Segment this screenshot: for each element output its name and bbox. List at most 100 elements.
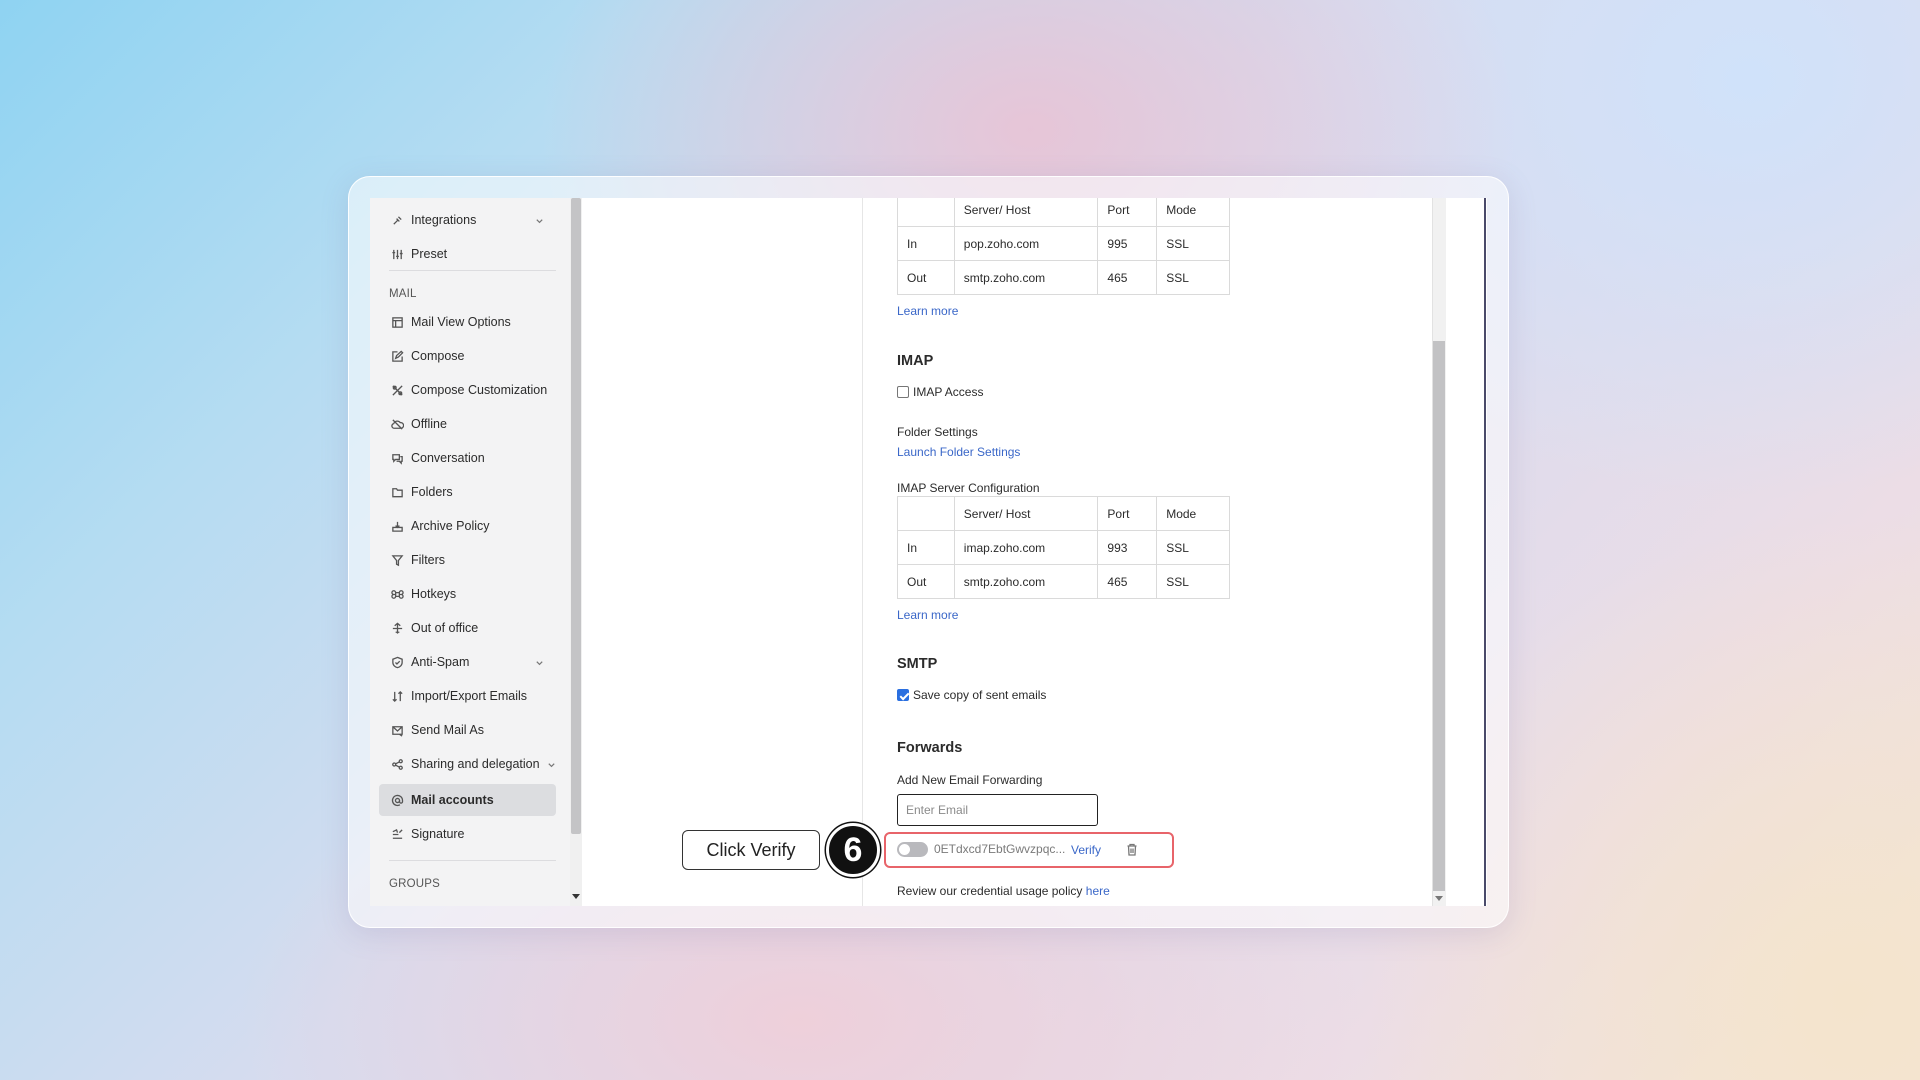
imap-learn-more-link[interactable]: Learn more xyxy=(897,608,958,622)
add-forwarding-label: Add New Email Forwarding xyxy=(897,773,1043,787)
table-cell: In xyxy=(897,226,955,261)
table-header-cell: Port xyxy=(1097,496,1158,531)
table-cell: pop.zoho.com xyxy=(953,226,1099,261)
verify-button[interactable]: Verify xyxy=(1071,843,1101,857)
sidebar-item-hotkeys[interactable]: Hotkeys xyxy=(379,578,556,610)
table-header-cell: Mode xyxy=(1156,198,1230,227)
table-row: Out smtp.zoho.com 465 SSL xyxy=(897,260,1230,295)
folder-settings-label: Folder Settings xyxy=(897,425,978,439)
sidebar-item-preset[interactable]: Preset xyxy=(379,238,556,270)
save-copy-label: Save copy of sent emails xyxy=(913,688,1047,702)
scroll-down-arrow-icon[interactable] xyxy=(1435,896,1443,901)
table-row: In pop.zoho.com 995 SSL xyxy=(897,226,1230,261)
sidebar-divider xyxy=(389,860,556,861)
sidebar-item-conversation[interactable]: Conversation xyxy=(379,442,556,474)
trash-icon xyxy=(1126,843,1138,860)
sidebar-item-compose-customization[interactable]: Compose Customization xyxy=(379,374,556,406)
forwarding-toggle[interactable] xyxy=(897,842,928,857)
forward-email-input[interactable] xyxy=(897,794,1098,826)
table-cell: SSL xyxy=(1156,260,1230,295)
forwards-heading: Forwards xyxy=(897,740,963,756)
imap-server-config-label: IMAP Server Configuration xyxy=(897,481,1040,495)
imap-heading: IMAP xyxy=(897,353,934,369)
preset-icon xyxy=(390,247,404,261)
sidebar-item-out-of-office[interactable]: Out of office xyxy=(379,612,556,644)
archive-icon xyxy=(390,519,404,533)
sidebar-item-import-export[interactable]: Import/Export Emails xyxy=(379,680,556,712)
table-cell: smtp.zoho.com xyxy=(953,564,1099,599)
sidebar-item-mail-accounts[interactable]: Mail accounts xyxy=(379,784,556,816)
table-header-cell: Server/ Host xyxy=(953,496,1099,531)
table-header-cell xyxy=(897,496,955,531)
sidebar-section-mail: MAIL xyxy=(389,288,417,300)
sidebar-scrollbar-thumb[interactable] xyxy=(571,198,581,834)
table-cell: Out xyxy=(897,260,955,295)
filter-icon xyxy=(390,553,404,567)
table-cell: SSL xyxy=(1156,530,1230,565)
sidebar-item-compose[interactable]: Compose xyxy=(379,340,556,372)
sidebar-item-signature[interactable]: Signature xyxy=(379,818,556,850)
table-header-row: Server/ Host Port Mode xyxy=(897,496,1230,531)
signature-icon xyxy=(390,827,404,841)
sidebar-item-anti-spam[interactable]: Anti-Spam xyxy=(379,646,556,678)
settings-sidebar: Integrations Preset MAIL Mail View Optio… xyxy=(370,198,570,906)
table-cell: SSL xyxy=(1156,226,1230,261)
save-copy-checkbox[interactable] xyxy=(897,689,909,701)
at-sign-icon xyxy=(390,793,404,807)
main-scrollbar-thumb[interactable] xyxy=(1433,341,1445,891)
credential-policy-link[interactable]: here xyxy=(1086,884,1110,898)
sidebar-item-filters[interactable]: Filters xyxy=(379,544,556,576)
content-divider xyxy=(862,198,863,906)
credential-policy-text: Review our credential usage policy here xyxy=(897,884,1110,898)
table-row: In imap.zoho.com 993 SSL xyxy=(897,530,1230,565)
sidebar-item-folders[interactable]: Folders xyxy=(379,476,556,508)
table-header-cell: Port xyxy=(1097,198,1158,227)
compose-icon xyxy=(390,349,404,363)
hotkeys-icon xyxy=(390,587,404,601)
offline-icon xyxy=(390,417,404,431)
tutorial-callout: Click Verify xyxy=(682,830,820,870)
sidebar-item-archive-policy[interactable]: Archive Policy xyxy=(379,510,556,542)
scroll-down-arrow-icon[interactable] xyxy=(572,894,580,899)
table-header-cell xyxy=(897,198,955,227)
chevron-down-icon xyxy=(547,759,556,768)
pop-learn-more-link[interactable]: Learn more xyxy=(897,304,958,318)
mail-view-icon xyxy=(390,315,404,329)
table-cell: 465 xyxy=(1097,564,1158,599)
imap-access-checkbox[interactable] xyxy=(897,386,909,398)
sidebar-item-integrations[interactable]: Integrations xyxy=(379,204,556,236)
folder-icon xyxy=(390,485,404,499)
sidebar-section-groups: GROUPS xyxy=(389,878,441,890)
right-gutter xyxy=(1446,198,1487,906)
sidebar-item-offline[interactable]: Offline xyxy=(379,408,556,440)
sidebar-item-send-mail-as[interactable]: Send Mail As xyxy=(379,714,556,746)
table-cell: smtp.zoho.com xyxy=(953,260,1099,295)
smtp-heading: SMTP xyxy=(897,656,938,672)
send-mail-icon xyxy=(390,723,404,737)
table-cell: SSL xyxy=(1156,564,1230,599)
forwarding-entry-row: 0ETdxcd7EbtGwvzpqc... Verify xyxy=(884,832,1174,868)
window-edge xyxy=(1484,198,1486,906)
out-of-office-icon xyxy=(390,621,404,635)
table-cell: In xyxy=(897,530,955,565)
launch-folder-settings-link[interactable]: Launch Folder Settings xyxy=(897,445,1020,459)
delete-forwarding-button[interactable] xyxy=(1126,843,1138,861)
table-header-cell: Server/ Host xyxy=(953,198,1099,227)
table-cell: 465 xyxy=(1097,260,1158,295)
step-number-badge: 6 xyxy=(826,823,880,877)
pop-config-table: Server/ Host Port Mode In pop.zoho.com 9… xyxy=(897,198,1230,295)
imap-config-table: Server/ Host Port Mode In imap.zoho.com … xyxy=(897,496,1230,599)
sidebar-item-mail-view-options[interactable]: Mail View Options xyxy=(379,306,556,338)
settings-window: Integrations Preset MAIL Mail View Optio… xyxy=(370,198,1487,906)
shield-icon xyxy=(390,655,404,669)
table-cell: imap.zoho.com xyxy=(953,530,1099,565)
table-cell: 993 xyxy=(1097,530,1158,565)
chevron-down-icon xyxy=(535,657,544,666)
conversation-icon xyxy=(390,451,404,465)
table-header-row: Server/ Host Port Mode xyxy=(897,198,1230,227)
share-icon xyxy=(390,757,404,771)
sidebar-item-sharing-delegation[interactable]: Sharing and delegation xyxy=(379,748,556,780)
table-cell: Out xyxy=(897,564,955,599)
imap-access-label: IMAP Access xyxy=(913,385,984,399)
integrations-icon xyxy=(390,213,404,227)
